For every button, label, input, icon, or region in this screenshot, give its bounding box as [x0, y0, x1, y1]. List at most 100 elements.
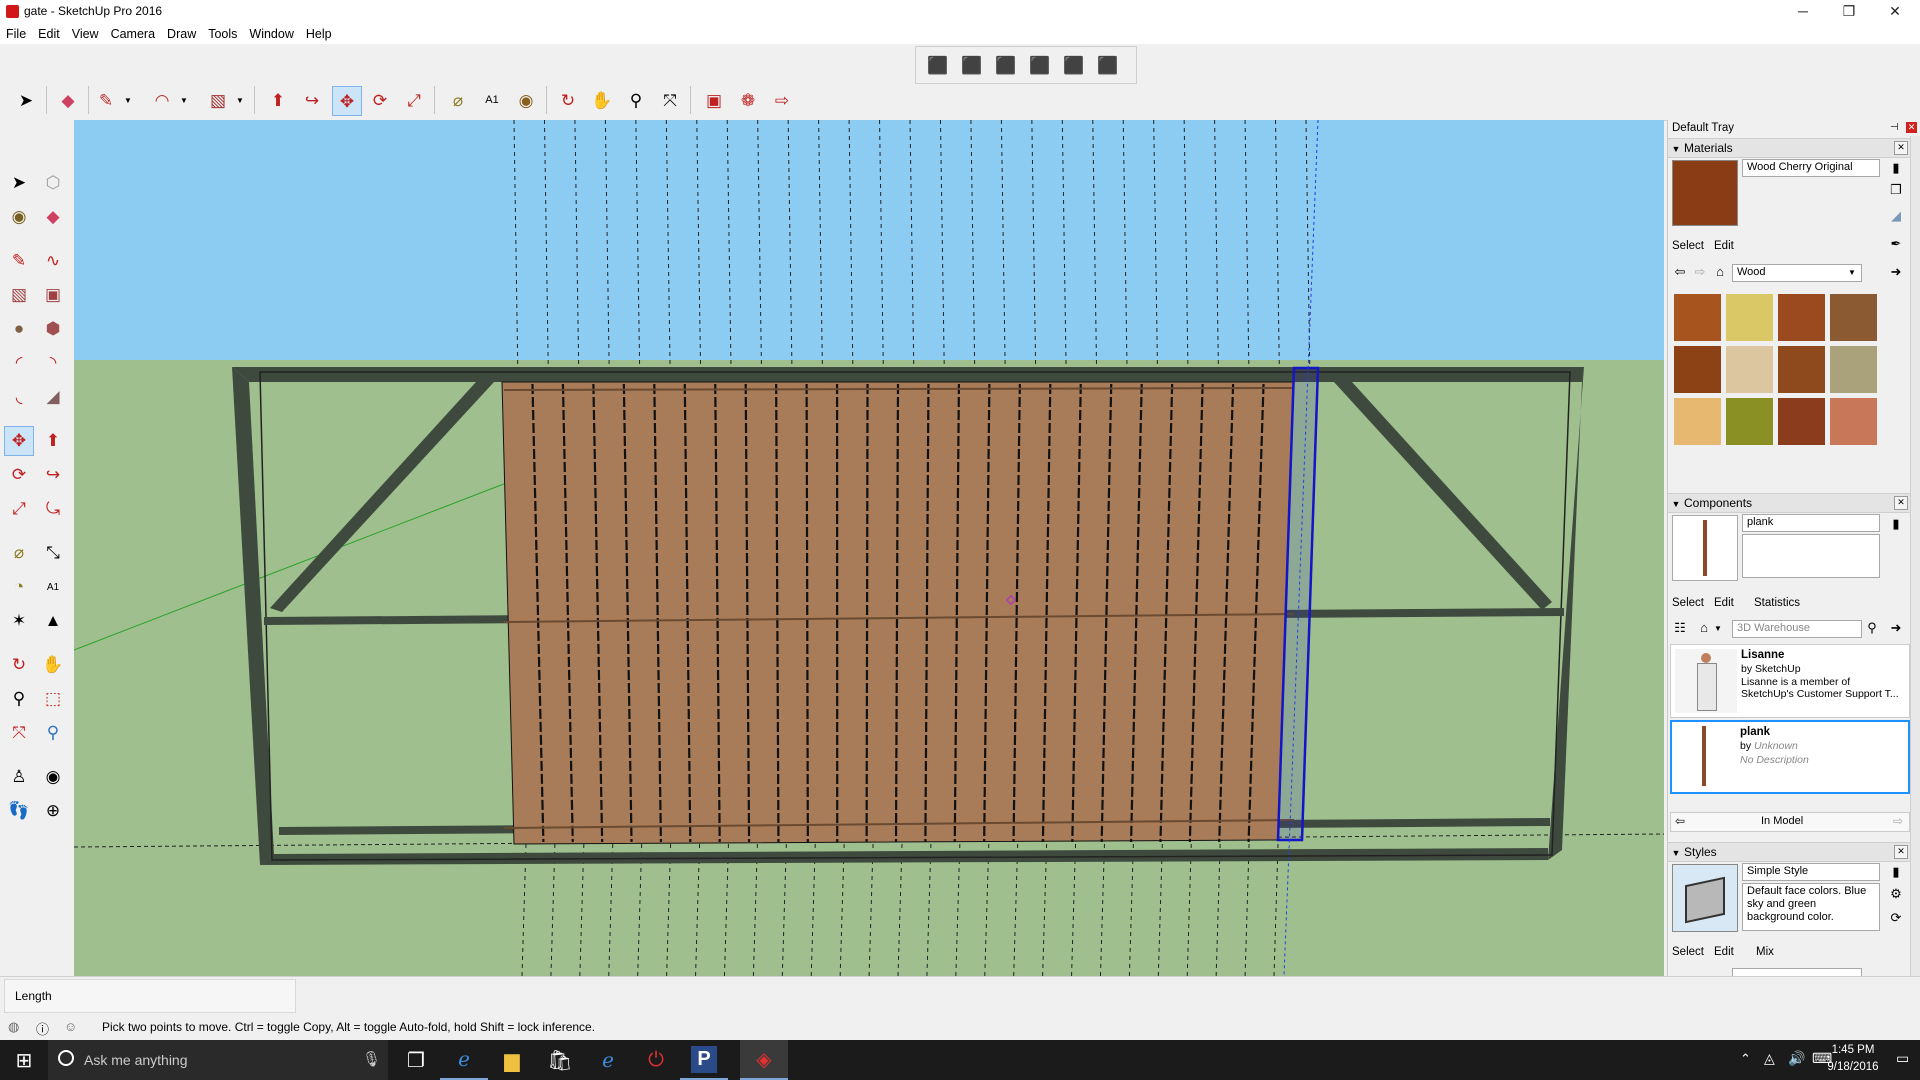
followme-icon[interactable]: ↪: [38, 460, 68, 490]
show-hidden-icons[interactable]: ⌃: [1740, 1051, 1751, 1067]
menu-view[interactable]: View: [66, 24, 105, 44]
zoom-extents-icon[interactable]: ⤧: [656, 86, 684, 114]
menu-window[interactable]: Window: [243, 24, 299, 44]
pan-icon[interactable]: ✋: [38, 650, 68, 680]
arc-icon[interactable]: ◜: [4, 348, 34, 378]
tray-pin-icon[interactable]: ⊣: [1890, 122, 1899, 133]
material-swatch[interactable]: [1674, 346, 1721, 393]
zoom-window-icon[interactable]: ⬚: [38, 684, 68, 714]
create-style-icon[interactable]: ▮: [1888, 864, 1904, 880]
materials-tab-select[interactable]: Select: [1672, 240, 1704, 252]
circle-icon[interactable]: ●: [4, 314, 34, 344]
offset-icon[interactable]: ⤿: [38, 494, 68, 524]
credits-icon[interactable]: ⓘ: [36, 1019, 49, 1038]
network-icon[interactable]: ◬: [1764, 1050, 1775, 1067]
materials-back-icon[interactable]: ⇦: [1672, 264, 1688, 280]
materials-home-icon[interactable]: ⌂: [1712, 264, 1728, 280]
move-icon[interactable]: ✥: [4, 426, 34, 456]
power-app-icon[interactable]: ⏻: [632, 1040, 680, 1080]
materials-tab-edit[interactable]: Edit: [1714, 240, 1734, 252]
left-view-icon[interactable]: ⬛: [1094, 51, 1122, 79]
menu-file[interactable]: File: [0, 24, 32, 44]
close-button[interactable]: ✕: [1872, 0, 1918, 24]
material-swatch[interactable]: [1726, 294, 1773, 341]
pushpull-icon[interactable]: ⬆: [38, 426, 68, 456]
material-swatch[interactable]: [1778, 346, 1825, 393]
polygon-icon[interactable]: ⬢: [38, 314, 68, 344]
view-options-icon[interactable]: ☷: [1672, 620, 1688, 636]
shape-dropdown-icon[interactable]: ▼: [236, 86, 244, 114]
drawing-viewport[interactable]: [74, 120, 1664, 976]
3d-text-icon[interactable]: ▲: [38, 606, 68, 636]
extension-warehouse-icon[interactable]: ❁: [734, 86, 762, 114]
orbit-tool-icon[interactable]: ↻: [554, 86, 582, 114]
warehouse-search-input[interactable]: 3D Warehouse: [1732, 620, 1862, 638]
position-camera-icon[interactable]: ♙: [4, 762, 34, 792]
taskbar-date[interactable]: 9/18/2016: [1818, 1061, 1888, 1073]
component-description-field[interactable]: [1742, 534, 1880, 578]
file-explorer-icon[interactable]: ▆: [488, 1040, 536, 1080]
select-tool-icon[interactable]: ➤: [12, 86, 40, 114]
sketchup-taskbar-icon[interactable]: ◈: [740, 1040, 788, 1080]
details-arrow-icon[interactable]: ➜: [1888, 264, 1904, 280]
maximize-button[interactable]: ❐: [1826, 0, 1872, 24]
material-swatch[interactable]: [1778, 294, 1825, 341]
material-swatch[interactable]: [1674, 398, 1721, 445]
store-icon[interactable]: 🛍: [536, 1040, 584, 1080]
default-material-icon[interactable]: ▮: [1888, 160, 1904, 176]
iso-view-icon[interactable]: ⬛: [924, 51, 952, 79]
component-name-field[interactable]: plank: [1742, 514, 1880, 532]
rectangle-icon[interactable]: ▧: [4, 280, 34, 310]
menu-camera[interactable]: Camera: [105, 24, 161, 44]
minimize-button[interactable]: ─: [1780, 0, 1826, 24]
zoom-tool-icon[interactable]: ⚲: [622, 86, 650, 114]
components-tab-select[interactable]: Select: [1672, 597, 1704, 609]
user-icon[interactable]: ☺: [64, 1019, 77, 1034]
styles-tab-edit[interactable]: Edit: [1714, 946, 1734, 958]
components-details-arrow-icon[interactable]: ➜: [1888, 620, 1904, 636]
line-icon[interactable]: ✎: [4, 246, 34, 276]
menu-edit[interactable]: Edit: [32, 24, 66, 44]
library-dropdown-icon[interactable]: ▼: [1848, 268, 1856, 277]
materials-close-icon[interactable]: ✕: [1894, 141, 1908, 155]
measurements-box[interactable]: Length: [4, 979, 296, 1013]
materials-forward-icon[interactable]: ⇨: [1692, 264, 1708, 280]
walk-icon[interactable]: 👣: [4, 796, 34, 826]
material-swatch[interactable]: [1830, 346, 1877, 393]
top-view-icon[interactable]: ⬛: [958, 51, 986, 79]
tray-close-icon[interactable]: ✕: [1906, 122, 1917, 133]
edge-browser-icon[interactable]: ℯ: [440, 1040, 488, 1080]
sample-paint-icon[interactable]: ◢: [1888, 208, 1904, 224]
material-swatch[interactable]: [1726, 346, 1773, 393]
rotated-rect-icon[interactable]: ▣: [38, 280, 68, 310]
follow-me-icon[interactable]: ↪: [298, 86, 326, 114]
material-library-select[interactable]: Wood: [1732, 264, 1862, 282]
components-close-icon[interactable]: ✕: [1894, 496, 1908, 510]
three-point-arc-icon[interactable]: ◟: [4, 382, 34, 412]
eraser-icon[interactable]: ◆: [38, 202, 68, 232]
rotate-tool-icon[interactable]: ⟳: [366, 86, 394, 114]
microphone-icon[interactable]: 🎙: [362, 1050, 381, 1068]
components-home-icon[interactable]: ⌂: [1696, 620, 1712, 636]
task-view-icon[interactable]: ❐: [392, 1040, 440, 1080]
geo-location-icon[interactable]: ◍: [8, 1019, 19, 1035]
protractor-icon[interactable]: ◔: [4, 572, 34, 602]
eyedropper-icon[interactable]: ✒: [1888, 236, 1904, 252]
internet-explorer-icon[interactable]: ℯ: [584, 1040, 632, 1080]
tape-icon[interactable]: ⌀: [4, 538, 34, 568]
refresh-style-icon[interactable]: ⟳: [1888, 910, 1904, 926]
nav-forward-icon[interactable]: ⇨: [1893, 814, 1903, 828]
components-header[interactable]: ▼ Components ✕: [1668, 493, 1910, 513]
push-pull-icon[interactable]: ⬆: [264, 86, 292, 114]
component-list-item-lisanne[interactable]: Lisanne by SketchUp Lisanne is a member …: [1670, 644, 1910, 718]
material-swatch[interactable]: [1674, 294, 1721, 341]
select-icon[interactable]: ➤: [4, 168, 34, 198]
scale-icon[interactable]: ⤢: [4, 494, 34, 524]
move-tool-icon[interactable]: ✥: [332, 86, 362, 116]
material-swatch[interactable]: [1778, 398, 1825, 445]
styles-tab-select[interactable]: Select: [1672, 946, 1704, 958]
paint-icon[interactable]: ◉: [4, 202, 34, 232]
arc-dropdown-icon[interactable]: ▼: [180, 86, 188, 114]
scale-tool-icon[interactable]: ⤢: [400, 86, 428, 114]
components-tab-edit[interactable]: Edit: [1714, 597, 1734, 609]
